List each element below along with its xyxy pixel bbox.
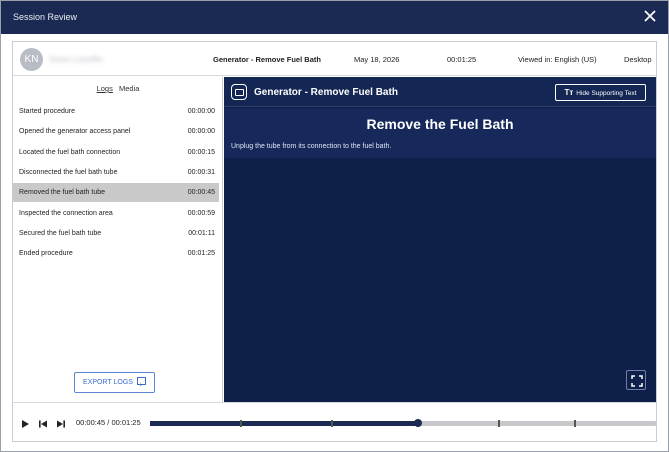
viewer-title: Generator - Remove Fuel Bath <box>254 87 398 98</box>
avatar: KN <box>20 48 43 71</box>
step-banner: Remove the Fuel Bath Unplug the tube fro… <box>224 108 656 158</box>
session-review-modal: Session Review KN Kevin Lutsoffer Genera… <box>0 0 669 452</box>
text-size-icon: Tт <box>564 88 574 97</box>
log-time: 00:00:00 <box>187 128 215 136</box>
log-row[interactable]: Disconnected the fuel bath tube 00:00:31 <box>13 163 219 182</box>
download-icon <box>136 375 146 394</box>
log-row[interactable]: Removed the fuel bath tube 00:00:45 <box>13 183 219 203</box>
log-time: 00:00:45 <box>187 189 215 197</box>
fullscreen-icon <box>631 375 643 387</box>
playhead-knob[interactable] <box>414 419 423 427</box>
log-time: 00:00:31 <box>187 168 215 176</box>
tab-logs[interactable]: Logs <box>97 84 113 93</box>
playback-bar: 00:00:45 / 00:01:25 <box>13 402 656 441</box>
procedure-icon <box>231 84 247 100</box>
export-logs-label: EXPORT LOGS <box>83 379 133 386</box>
hide-supporting-text-label: Hide Supporting Text <box>576 90 637 97</box>
log-row[interactable]: Secured the fuel bath tube 00:01:11 <box>13 224 219 243</box>
log-event: Disconnected the fuel bath tube <box>19 168 118 176</box>
session-device: Desktop <box>624 55 652 64</box>
playback-progress <box>150 421 419 426</box>
modal-title: Session Review <box>13 12 78 22</box>
log-event: Ended procedure <box>19 250 73 258</box>
log-row[interactable]: Started procedure 00:00:00 <box>13 102 219 121</box>
logs-panel: Logs Media Started procedure 00:00:00 Open… <box>13 77 223 402</box>
step-description: Unplug the tube from its connection to t… <box>231 143 392 150</box>
viewer-header: Generator - Remove Fuel Bath Tт Hide Supp… <box>224 77 656 107</box>
log-time: 00:01:25 <box>187 250 215 258</box>
export-logs-button[interactable]: EXPORT LOGS <box>74 372 155 394</box>
close-icon[interactable] <box>642 8 658 24</box>
log-event: Removed the fuel bath tube <box>19 189 106 197</box>
log-event: Located the fuel bath connection <box>19 148 121 156</box>
timeline-marker[interactable] <box>331 420 334 427</box>
timeline-marker[interactable] <box>574 420 577 427</box>
timeline-marker[interactable] <box>498 420 501 427</box>
log-row[interactable]: Ended procedure 00:01:25 <box>13 244 219 263</box>
session-date: May 18, 2026 <box>354 55 400 64</box>
session-duration: 00:01:25 <box>447 55 477 64</box>
log-time: 00:01:11 <box>188 229 215 237</box>
session-panel: KN Kevin Lutsoffer Generator - Remove Fu… <box>12 41 657 442</box>
log-time: 00:00:00 <box>187 108 215 115</box>
log-row[interactable]: Located the fuel bath connection 00:00:15 <box>13 143 219 162</box>
log-event: Started procedure <box>19 108 76 115</box>
log-time: 00:00:15 <box>187 148 215 156</box>
session-info-bar: KN Kevin Lutsoffer Generator - Remove Fu… <box>13 42 656 76</box>
log-event: Opened the generator access panel <box>19 128 131 136</box>
skip-back-icon[interactable] <box>38 416 48 428</box>
log-time: 00:00:59 <box>187 209 215 217</box>
log-event: Secured the fuel bath tube <box>19 229 102 237</box>
procedure-name: Generator - Remove Fuel Bath <box>213 55 321 64</box>
log-row[interactable]: Opened the generator access panel 00:00:0… <box>13 122 219 141</box>
user-name: Kevin Lutsoffer <box>50 55 104 64</box>
tab-media[interactable]: Media <box>119 84 139 93</box>
playback-time: 00:00:45 / 00:01:25 <box>76 418 141 427</box>
play-icon[interactable] <box>20 416 30 428</box>
log-row[interactable]: Inspected the connection area 00:00:59 <box>13 204 219 223</box>
step-title: Remove the Fuel Bath <box>366 116 514 132</box>
playback-scrubber[interactable] <box>150 419 656 427</box>
fullscreen-button[interactable] <box>626 370 646 390</box>
timeline-marker[interactable] <box>240 420 243 427</box>
skip-forward-icon[interactable] <box>56 416 66 428</box>
session-language: Viewed in: English (US) <box>518 55 597 64</box>
step-viewer: Generator - Remove Fuel Bath Tт Hide Supp… <box>224 77 656 402</box>
log-event: Inspected the connection area <box>19 209 113 217</box>
modal-header: Session Review <box>1 1 668 34</box>
log-tabs: Logs Media <box>13 84 223 93</box>
hide-supporting-text-button[interactable]: Tт Hide Supporting Text <box>555 84 646 101</box>
